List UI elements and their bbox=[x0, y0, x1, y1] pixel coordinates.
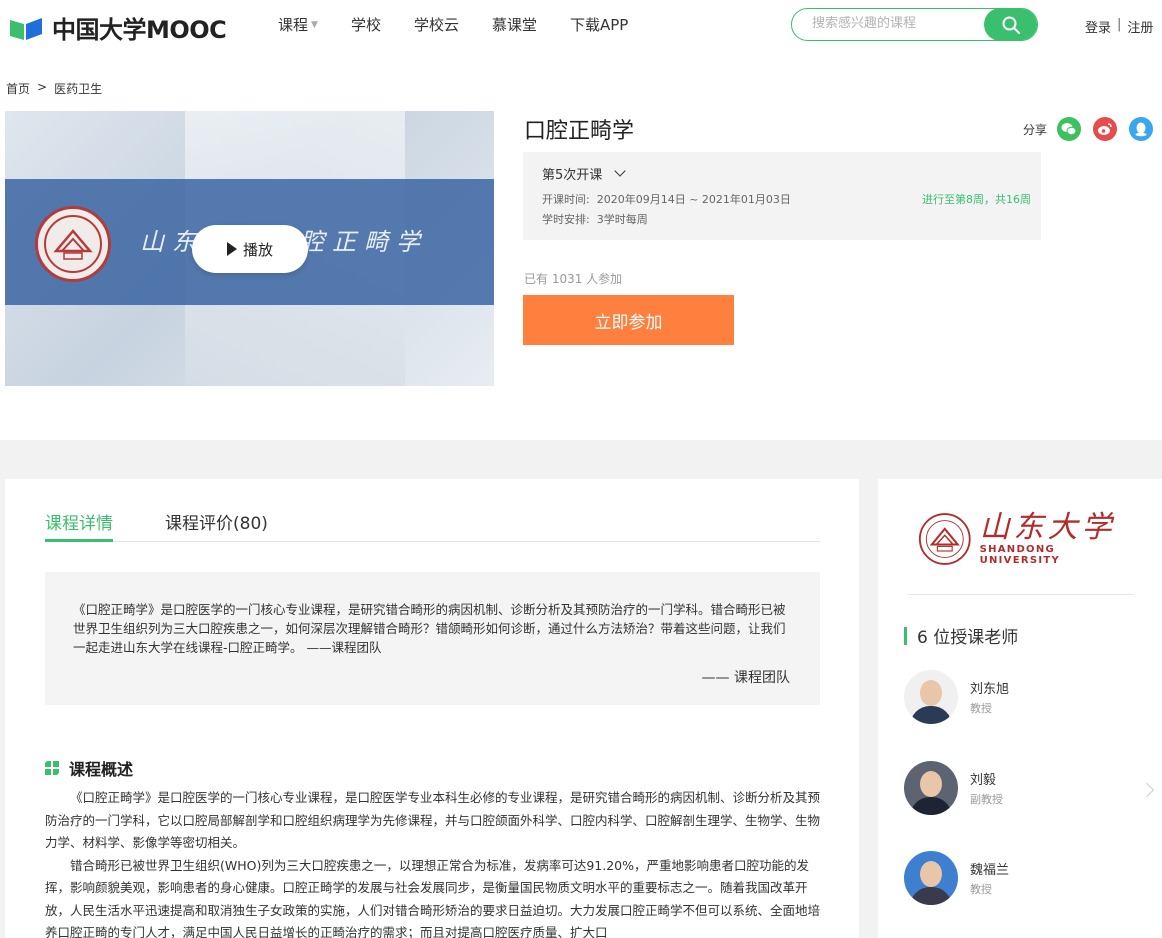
chevron-right-icon[interactable] bbox=[1139, 782, 1155, 798]
breadcrumb-separator: > bbox=[37, 80, 48, 94]
tab-course-reviews[interactable]: 课程评价(80) bbox=[165, 509, 268, 542]
course-hours-row: 学时安排: 3学时每周 bbox=[542, 211, 648, 227]
teacher-name: 魏福兰 bbox=[970, 863, 1010, 878]
qq-icon[interactable] bbox=[1129, 117, 1154, 141]
teachers-heading-text: 6 位授课老师 bbox=[917, 628, 1019, 648]
course-time-label: 开课时间: bbox=[542, 193, 590, 206]
top-header: 中国大学MOOC 课程 ▼ 学校 学校云 慕课堂 下载APP 登录 | 注册 bbox=[0, 0, 1162, 50]
term-selector[interactable]: 第5次开课 bbox=[542, 164, 626, 183]
search-icon bbox=[1002, 16, 1021, 34]
avatar-face bbox=[920, 861, 942, 887]
teacher-info: 魏福兰 教授 bbox=[970, 859, 1009, 897]
school-logo[interactable]: 山东大学 SHANDONG UNIVERSITY bbox=[918, 507, 1128, 571]
school-name-cn: 山东大学 bbox=[979, 510, 1116, 545]
avatar-body bbox=[910, 887, 952, 905]
detail-tabs: 课程详情 课程评价(80) bbox=[45, 509, 820, 542]
overview-heading-text: 课程概述 bbox=[69, 760, 134, 779]
overview-paragraph: 《口腔正畸学》是口腔医学的一门核心专业课程，是口腔医学专业本科生必修的专业课程，… bbox=[45, 790, 821, 850]
share-label: 分享 bbox=[1023, 122, 1048, 137]
nav-item-courses[interactable]: 课程 ▼ bbox=[278, 14, 318, 35]
teacher-item[interactable]: 刘东旭 教授 bbox=[904, 670, 1009, 724]
enrolled-count: 已有 1031 人参加 bbox=[524, 272, 623, 286]
avatar bbox=[904, 851, 958, 905]
term-label: 第5次开课 bbox=[542, 168, 603, 183]
teacher-item[interactable]: 魏福兰 教授 bbox=[904, 851, 1009, 905]
weibo-icon[interactable] bbox=[1093, 117, 1118, 141]
join-course-button[interactable]: 立即参加 bbox=[523, 295, 734, 345]
avatar-body bbox=[910, 706, 952, 724]
nav-label: 学校云 bbox=[413, 16, 459, 34]
course-title: 口腔正畸学 bbox=[524, 119, 635, 144]
wechat-icon[interactable] bbox=[1057, 117, 1082, 141]
avatar-face bbox=[920, 680, 942, 706]
nav-label: 下载APP bbox=[569, 16, 629, 34]
avatar-body bbox=[910, 797, 952, 815]
nav-item-mooc-class[interactable]: 慕课堂 bbox=[492, 14, 537, 35]
term-info-box: 第5次开课 开课时间: 2020年09月14日 ~ 2021年01月03日 学时… bbox=[523, 152, 1041, 240]
register-link[interactable]: 注册 bbox=[1127, 17, 1153, 36]
teacher-title: 教授 bbox=[970, 702, 992, 715]
teachers-heading: 6 位授课老师 bbox=[904, 623, 1018, 648]
avatar bbox=[904, 761, 958, 815]
course-hours-label: 学时安排: bbox=[542, 213, 590, 226]
course-time-row: 开课时间: 2020年09月14日 ~ 2021年01月03日 bbox=[542, 191, 791, 207]
teacher-name: 刘东旭 bbox=[970, 682, 1010, 697]
play-button[interactable]: 播放 bbox=[192, 225, 308, 273]
nav-label: 学校 bbox=[350, 16, 381, 34]
mooc-logo-icon bbox=[8, 14, 46, 42]
school-name-block: 山东大学 SHANDONG UNIVERSITY bbox=[979, 510, 1128, 567]
search-button[interactable] bbox=[984, 9, 1037, 40]
search-bar bbox=[791, 8, 1038, 41]
chevron-down-icon bbox=[614, 165, 626, 177]
play-label: 播放 bbox=[242, 240, 273, 259]
tab-course-details[interactable]: 课程详情 bbox=[45, 509, 113, 542]
school-name-en: SHANDONG UNIVERSITY bbox=[979, 544, 1061, 566]
course-intro-box: 《口腔正畸学》是口腔医学的一门核心专业课程，是研究错合畸形的病因机制、诊断分析及… bbox=[45, 572, 820, 705]
nav-item-school-cloud[interactable]: 学校云 bbox=[414, 14, 459, 35]
course-hours-value: 3学时每周 bbox=[596, 213, 648, 226]
share-bar: 分享 bbox=[1023, 117, 1154, 141]
divider bbox=[908, 594, 1133, 595]
nav-item-schools[interactable]: 学校 bbox=[351, 14, 381, 35]
overview-body: 《口腔正畸学》是口腔医学的一门核心专业课程，是口腔医学专业本科生必修的专业课程，… bbox=[45, 787, 820, 938]
breadcrumb-category[interactable]: 医药卫生 bbox=[54, 80, 102, 97]
course-intro-text: 《口腔正畸学》是口腔医学的一门核心专业课程，是研究错合畸形的病因机制、诊断分析及… bbox=[73, 602, 786, 655]
site-logo[interactable]: 中国大学MOOC bbox=[8, 10, 227, 45]
nav-item-download-app[interactable]: 下载APP bbox=[570, 14, 628, 35]
caret-down-icon: ▼ bbox=[311, 19, 318, 30]
course-time-value: 2020年09月14日 ~ 2021年01月03日 bbox=[596, 193, 791, 206]
search-input[interactable] bbox=[812, 16, 982, 31]
university-seal-icon bbox=[918, 513, 971, 565]
nav-label: 慕课堂 bbox=[491, 16, 537, 34]
university-seal-icon bbox=[35, 206, 111, 282]
grid-icon bbox=[45, 761, 59, 775]
course-detail-card: 课程详情 课程评价(80) 《口腔正畸学》是口腔医学的一门核心专业课程，是研究错… bbox=[5, 479, 859, 938]
overview-paragraph: 错合畸形已被世界卫生组织(WHO)列为三大口腔疾患之一，以理想正常合为标准，发病… bbox=[45, 857, 821, 938]
nav-label: 课程 bbox=[278, 16, 309, 34]
teacher-sidebar: 山东大学 SHANDONG UNIVERSITY 6 位授课老师 刘东旭 教授 … bbox=[878, 479, 1162, 938]
site-name: 中国大学MOOC bbox=[52, 16, 227, 44]
teacher-title: 教授 bbox=[970, 883, 992, 896]
teacher-title: 副教授 bbox=[970, 793, 1003, 806]
teacher-name: 刘毅 bbox=[970, 773, 997, 788]
avatar bbox=[904, 670, 958, 724]
teacher-info: 刘毅 副教授 bbox=[970, 769, 1003, 807]
breadcrumb: 首页 > 医药卫生 bbox=[6, 80, 102, 97]
teacher-item[interactable]: 刘毅 副教授 bbox=[904, 761, 1003, 815]
avatar-face bbox=[920, 771, 942, 797]
teacher-info: 刘东旭 教授 bbox=[970, 678, 1009, 716]
auth-separator: | bbox=[1117, 17, 1122, 32]
main-nav: 课程 ▼ 学校 学校云 慕课堂 下载APP bbox=[278, 14, 661, 35]
course-intro-signature: —— 课程团队 bbox=[701, 670, 790, 686]
login-link[interactable]: 登录 bbox=[1085, 17, 1111, 36]
play-icon bbox=[226, 242, 237, 256]
course-video-preview[interactable]: 山东大学口腔正畸学 播放 bbox=[5, 111, 494, 386]
heading-accent-bar bbox=[904, 626, 907, 645]
breadcrumb-home[interactable]: 首页 bbox=[6, 80, 30, 97]
auth-links: 登录 | 注册 bbox=[1085, 17, 1153, 36]
overview-heading: 课程概述 bbox=[45, 756, 133, 780]
course-progress-text: 进行至第8周，共16周 bbox=[922, 193, 1031, 206]
